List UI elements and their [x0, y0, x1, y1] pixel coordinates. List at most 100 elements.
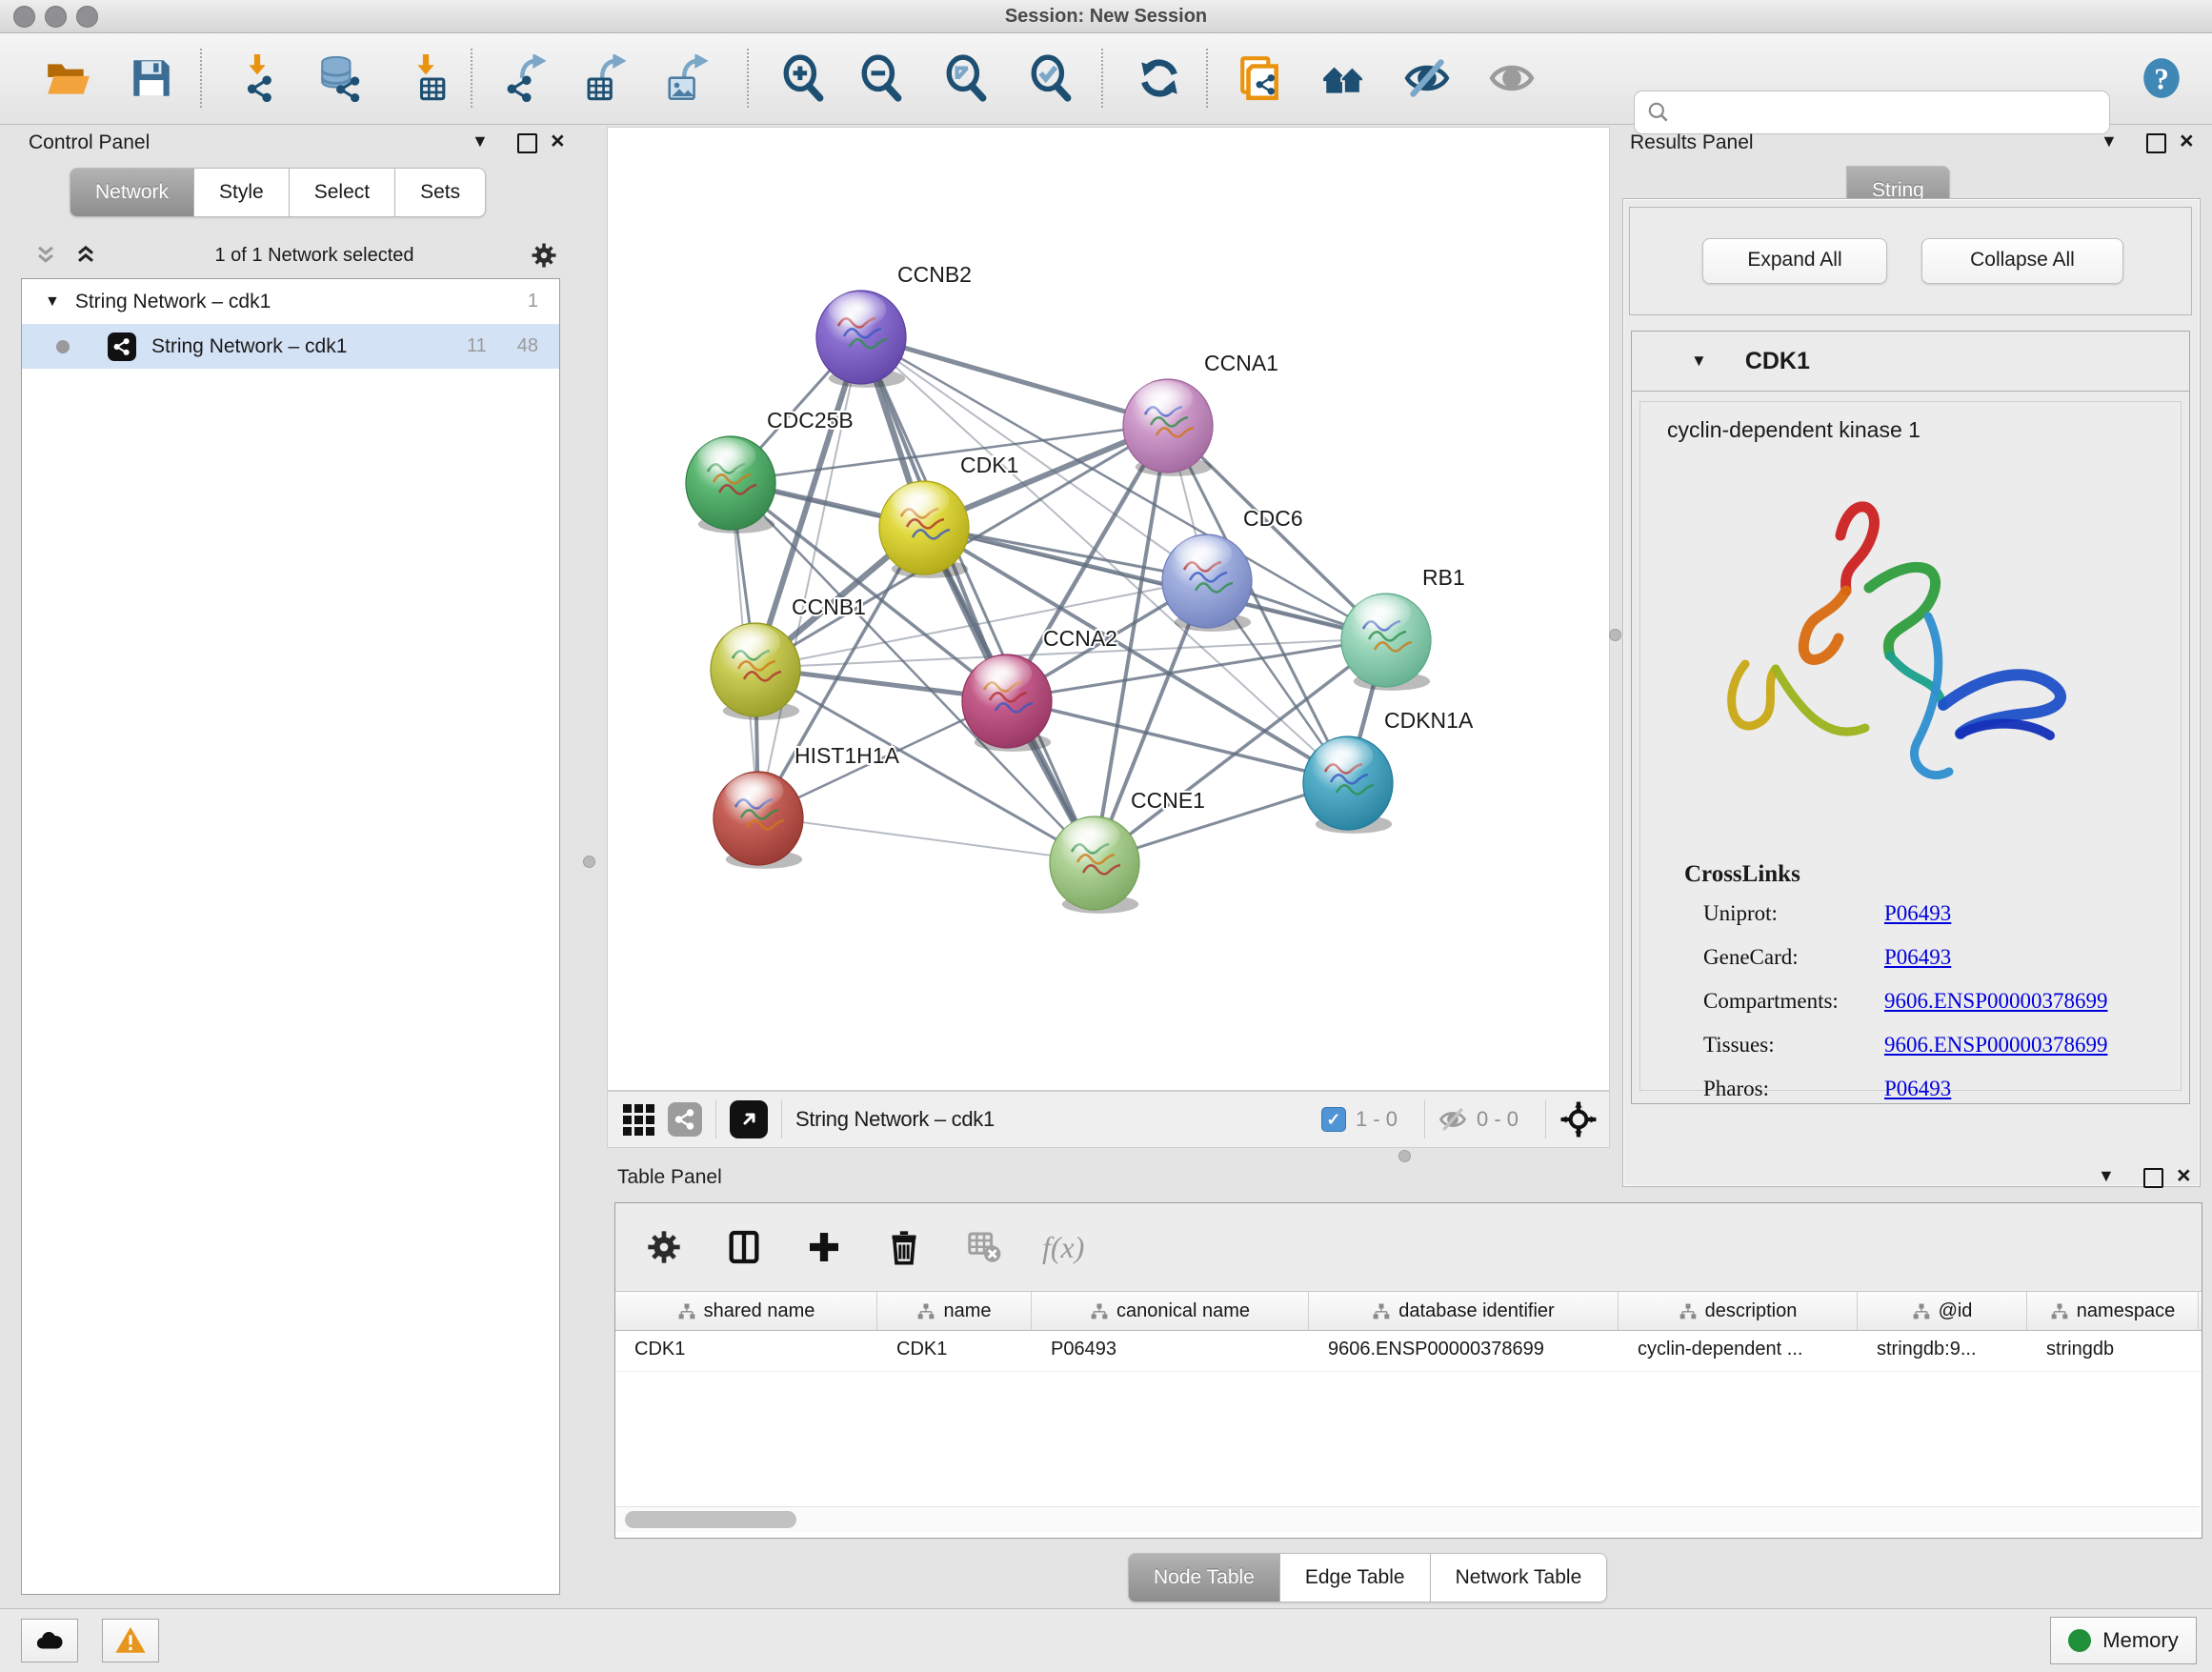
column-header-canonical-name[interactable]: canonical name [1032, 1292, 1309, 1330]
table-cell[interactable]: P06493 [1032, 1331, 1309, 1371]
zoom-selected-icon[interactable] [1026, 52, 1077, 104]
column-header-name[interactable]: name [877, 1292, 1032, 1330]
tab-style[interactable]: Style [194, 168, 290, 217]
table-panel-close-icon[interactable]: × [2177, 1162, 2191, 1190]
crosslink-label: Uniprot: [1703, 901, 1884, 926]
cloud-status-button[interactable] [21, 1619, 78, 1662]
import-network-from-file-icon[interactable] [231, 52, 283, 104]
network-edge[interactable] [861, 335, 1095, 861]
control-panel-float-icon[interactable] [517, 133, 537, 153]
houses-icon[interactable] [1317, 52, 1369, 104]
tab-node-table[interactable]: Node Table [1128, 1553, 1280, 1602]
network-node-CCNA1[interactable] [1123, 379, 1213, 476]
new-network-from-selection-icon[interactable] [1235, 52, 1286, 104]
collapse-all-chevron-icon[interactable] [32, 242, 59, 269]
apply-layout-refresh-icon[interactable] [1134, 52, 1185, 104]
column-header-database-identifier[interactable]: database identifier [1309, 1292, 1619, 1330]
results-panel-close-icon[interactable]: × [2180, 128, 2194, 155]
column-header-label: namespace [2077, 1300, 2175, 1322]
selected-checkbox-icon[interactable]: ✓ [1321, 1107, 1346, 1132]
birds-eye-view-icon[interactable] [730, 1100, 768, 1138]
crosslink-link[interactable]: 9606.ENSP00000378699 [1884, 989, 2108, 1014]
show-columns-icon[interactable] [722, 1225, 766, 1269]
warnings-button[interactable] [102, 1619, 159, 1662]
section-collapse-icon[interactable]: ▼ [1691, 352, 1707, 371]
zoom-fit-icon[interactable] [941, 52, 993, 104]
network-node-CCNB2[interactable] [816, 291, 906, 388]
grid-view-icon[interactable] [623, 1104, 654, 1136]
tree-expand-icon[interactable]: ▼ [45, 293, 60, 311]
control-panel-close-icon[interactable]: × [551, 128, 565, 155]
table-cell[interactable]: stringdb:9... [1858, 1331, 2027, 1371]
table-panel-float-icon[interactable] [2143, 1168, 2163, 1188]
delete-column-trash-icon[interactable] [882, 1225, 926, 1269]
network-node-RB1[interactable] [1341, 594, 1431, 691]
import-network-from-database-icon[interactable] [314, 52, 366, 104]
import-table-from-file-icon[interactable] [400, 52, 452, 104]
show-all-eye-icon[interactable] [1486, 52, 1538, 104]
table-panel-menu-icon[interactable]: ▼ [2098, 1166, 2115, 1186]
column-header-@id[interactable]: @id [1858, 1292, 2027, 1330]
scrollbar-thumb[interactable] [625, 1511, 796, 1528]
network-edge[interactable] [1007, 699, 1348, 781]
network-node-CDK1[interactable] [879, 481, 969, 578]
table-cell[interactable]: 9606.ENSP00000378699 [1309, 1331, 1619, 1371]
table-settings-gear-icon[interactable] [642, 1225, 686, 1269]
tab-select[interactable]: Select [290, 168, 395, 217]
network-options-gear-icon[interactable] [530, 241, 558, 270]
table-cell[interactable]: stringdb [2027, 1331, 2199, 1371]
crosslink-link[interactable]: P06493 [1884, 1077, 1951, 1101]
hide-selected-eye-slash-icon[interactable] [1401, 52, 1453, 104]
crosslink-link[interactable]: 9606.ENSP00000378699 [1884, 1033, 2108, 1058]
function-builder-icon[interactable]: f(x) [1042, 1225, 1084, 1269]
tab-network-table[interactable]: Network Table [1431, 1553, 1608, 1602]
network-edge[interactable] [861, 335, 1168, 424]
network-collection-row[interactable]: ▼ String Network – cdk1 1 [22, 279, 559, 324]
memory-button[interactable]: Memory [2050, 1617, 2197, 1664]
table-cell[interactable]: CDK1 [615, 1331, 877, 1371]
crosslink-link[interactable]: P06493 [1884, 945, 1951, 970]
network-edge[interactable] [758, 816, 1095, 861]
export-table-icon[interactable] [579, 52, 631, 104]
control-panel-menu-icon[interactable]: ▼ [472, 131, 489, 151]
help-icon[interactable]: ? [2136, 52, 2187, 104]
network-canvas[interactable]: CCNB2CCNA1CDC25BCDK1CDC6RB1CCNB1CCNA2CDK… [607, 127, 1610, 1091]
table-cell[interactable]: cyclin-dependent ... [1619, 1331, 1858, 1371]
tab-sets[interactable]: Sets [395, 168, 486, 217]
string-view-icon[interactable] [668, 1102, 702, 1137]
search-input[interactable] [1671, 101, 2109, 125]
fit-selected-crosshair-icon[interactable] [1559, 1100, 1598, 1138]
expand-all-button[interactable]: Expand All [1702, 238, 1887, 284]
expand-all-chevron-icon[interactable] [72, 242, 99, 269]
open-session-icon[interactable] [42, 52, 93, 104]
zoom-out-icon[interactable] [856, 52, 908, 104]
tab-edge-table[interactable]: Edge Table [1280, 1553, 1431, 1602]
column-header-description[interactable]: description [1619, 1292, 1858, 1330]
delete-table-icon[interactable] [962, 1225, 1006, 1269]
zoom-in-icon[interactable] [778, 52, 830, 104]
tab-network[interactable]: Network [70, 168, 194, 217]
network-node-HIST1H1A[interactable] [714, 772, 803, 869]
network-node-CCNB1[interactable] [711, 623, 800, 720]
column-header-namespace[interactable]: namespace [2027, 1292, 2199, 1330]
protein-section-header[interactable]: ▼ CDK1 [1632, 332, 2189, 392]
network-row-selected[interactable]: String Network – cdk1 11 48 [22, 324, 559, 369]
export-image-icon[interactable] [661, 52, 713, 104]
network-node-CDC6[interactable] [1162, 534, 1252, 632]
table-row[interactable]: CDK1CDK1P064939606.ENSP00000378699cyclin… [615, 1331, 2202, 1372]
network-node-CDC25B[interactable] [686, 436, 775, 534]
node-label-RB1: RB1 [1422, 565, 1465, 590]
column-header-shared-name[interactable]: shared name [615, 1292, 877, 1330]
results-panel-float-icon[interactable] [2146, 133, 2166, 153]
save-session-icon[interactable] [126, 52, 177, 104]
export-network-icon[interactable] [499, 52, 551, 104]
crosslink-link[interactable]: P06493 [1884, 901, 1951, 926]
create-column-plus-icon[interactable] [802, 1225, 846, 1269]
network-node-CDKN1A[interactable] [1303, 736, 1393, 834]
table-cell[interactable]: CDK1 [877, 1331, 1032, 1371]
network-node-CCNE1[interactable] [1050, 816, 1139, 914]
collapse-all-button[interactable]: Collapse All [1921, 238, 2123, 284]
results-panel-menu-icon[interactable]: ▼ [2101, 131, 2118, 151]
left-splitter-grip[interactable] [583, 856, 595, 868]
table-horizontal-scrollbar[interactable] [615, 1506, 2200, 1532]
